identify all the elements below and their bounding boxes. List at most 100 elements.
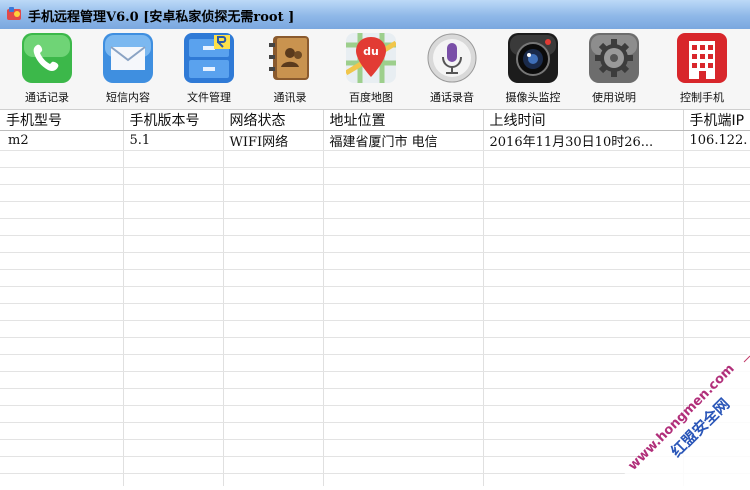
cell-online-time: 2016年11月30日10时26... [483, 130, 684, 151]
empty-cell [683, 388, 750, 406]
empty-cell [223, 405, 324, 423]
device-list[interactable]: 手机型号 手机版本号 网络状态 地址位置 上线时间 手机端IP m2 5.1 W… [0, 110, 750, 486]
empty-cell [123, 252, 224, 270]
empty-cell [323, 405, 484, 423]
column-header-location[interactable]: 地址位置 [323, 110, 484, 131]
cell-network: WIFI网络 [223, 130, 324, 151]
empty-cell [0, 371, 124, 389]
empty-cell [223, 439, 324, 457]
control-phone-label: 控制手机 [680, 91, 724, 104]
contacts-button[interactable]: 通讯录 [250, 33, 330, 105]
empty-cell [323, 167, 484, 185]
empty-cell [323, 337, 484, 355]
empty-row [0, 320, 750, 338]
empty-cell [0, 422, 124, 440]
empty-cell [683, 371, 750, 389]
empty-cell [123, 456, 224, 474]
table-row[interactable]: m2 5.1 WIFI网络 福建省厦门市 电信 2016年11月30日10时26… [0, 130, 750, 151]
user-guide-label: 使用说明 [592, 91, 636, 104]
empty-cell [323, 269, 484, 287]
empty-cell [483, 286, 684, 304]
empty-row [0, 371, 750, 389]
cell-version: 5.1 [123, 130, 224, 151]
empty-cell [0, 184, 124, 202]
empty-cell [123, 422, 224, 440]
mail-icon [103, 33, 153, 83]
empty-cell [683, 337, 750, 355]
empty-cell [483, 354, 684, 372]
empty-cell [0, 439, 124, 457]
empty-cell [483, 269, 684, 287]
empty-cell [683, 320, 750, 338]
column-header-version[interactable]: 手机版本号 [123, 110, 224, 131]
column-header-network[interactable]: 网络状态 [223, 110, 324, 131]
empty-cell [123, 184, 224, 202]
empty-row [0, 354, 750, 372]
window-title: 手机远程管理V6.0 [安卓私家侦探无需root ] [28, 10, 295, 25]
baidu-map-button[interactable]: du 百度地图 [331, 33, 411, 105]
empty-cell [223, 371, 324, 389]
empty-cell [0, 201, 124, 219]
empty-cell [323, 320, 484, 338]
empty-cell [483, 235, 684, 253]
empty-cell [223, 218, 324, 236]
baidu-map-icon: du [346, 33, 396, 83]
cell-location: 福建省厦门市 电信 [323, 130, 484, 151]
empty-cell [323, 303, 484, 321]
building-icon [677, 33, 727, 83]
empty-cell [223, 167, 324, 185]
empty-cell [323, 252, 484, 270]
file-manager-button[interactable]: 文件管理 [169, 33, 249, 105]
empty-cell [323, 286, 484, 304]
call-log-button[interactable]: 通话记录 [7, 33, 87, 105]
empty-cell [483, 303, 684, 321]
empty-cell [683, 150, 750, 168]
empty-cell [223, 337, 324, 355]
empty-cell [223, 150, 324, 168]
empty-cell [683, 473, 750, 486]
title-bar: 手机远程管理V6.0 [安卓私家侦探无需root ] [0, 0, 750, 30]
empty-cell [123, 405, 224, 423]
empty-cell [223, 320, 324, 338]
empty-cell [123, 286, 224, 304]
toolbar: 通话记录 短信内容 文件管理 通讯录 du 百度地图 通话录音 摄像头监控 使用… [0, 29, 750, 110]
user-guide-button[interactable]: 使用说明 [574, 33, 654, 105]
empty-cell [0, 405, 124, 423]
empty-cell [683, 422, 750, 440]
column-header-model[interactable]: 手机型号 [0, 110, 124, 131]
empty-row [0, 218, 750, 236]
empty-cell [123, 235, 224, 253]
empty-cell [323, 218, 484, 236]
empty-cell [483, 473, 684, 486]
column-header-ip[interactable]: 手机端IP [683, 110, 750, 131]
empty-cell [683, 167, 750, 185]
empty-cell [223, 473, 324, 486]
sms-content-button[interactable]: 短信内容 [88, 33, 168, 105]
empty-cell [123, 303, 224, 321]
empty-cell [223, 456, 324, 474]
camera-monitor-button[interactable]: 摄像头监控 [493, 33, 573, 105]
empty-cell [683, 354, 750, 372]
empty-cell [223, 252, 324, 270]
empty-cell [483, 320, 684, 338]
empty-cell [0, 337, 124, 355]
empty-cell [0, 167, 124, 185]
empty-cell [123, 150, 224, 168]
call-recording-button[interactable]: 通话录音 [412, 33, 492, 105]
empty-cell [0, 473, 124, 486]
empty-cell [223, 354, 324, 372]
empty-cell [123, 473, 224, 486]
empty-cell [223, 422, 324, 440]
empty-cell [123, 269, 224, 287]
empty-cell [483, 218, 684, 236]
empty-cell [683, 184, 750, 202]
empty-row [0, 405, 750, 423]
empty-cell [123, 201, 224, 219]
empty-cell [223, 235, 324, 253]
column-header-online-time[interactable]: 上线时间 [483, 110, 684, 131]
control-phone-button[interactable]: 控制手机 [662, 33, 742, 105]
empty-row [0, 303, 750, 321]
empty-cell [323, 439, 484, 457]
table-body: m2 5.1 WIFI网络 福建省厦门市 电信 2016年11月30日10时26… [0, 130, 750, 486]
empty-row [0, 184, 750, 202]
